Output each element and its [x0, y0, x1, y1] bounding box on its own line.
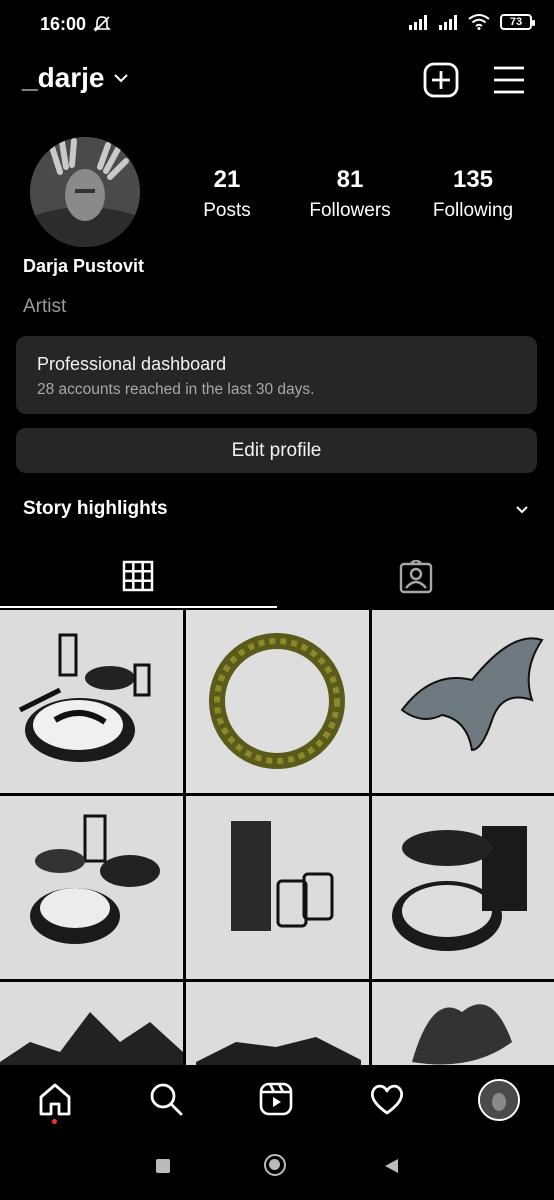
- search-icon[interactable]: [148, 1081, 184, 1117]
- grid-post[interactable]: [372, 610, 554, 793]
- avatar-photo: [30, 137, 140, 247]
- grid-post[interactable]: [372, 796, 554, 979]
- grid-post[interactable]: [186, 610, 369, 793]
- dashboard-title: Professional dashboard: [37, 354, 227, 374]
- reels-icon[interactable]: [258, 1081, 294, 1117]
- signal-icon: [409, 15, 427, 30]
- edit-profile-button[interactable]: Edit profile: [16, 428, 537, 473]
- system-navigation: [0, 1135, 554, 1200]
- status-bar: 16:00 73: [0, 0, 554, 50]
- grid-post[interactable]: [186, 982, 369, 1065]
- profile-name: Darja Pustovit: [23, 256, 145, 276]
- followers-count: 81: [336, 166, 364, 193]
- grid-post[interactable]: [0, 610, 183, 793]
- professional-dashboard-card[interactable]: Professional dashboard 28 accounts reach…: [16, 336, 537, 414]
- notification-dot: [52, 1119, 57, 1124]
- post-thumbnail: [372, 796, 554, 979]
- status-time: 16:00: [40, 14, 87, 34]
- followers-label: Followers: [309, 200, 391, 221]
- home-button[interactable]: [264, 1154, 286, 1176]
- new-post-icon[interactable]: [423, 62, 459, 98]
- followers-stat[interactable]: 81 Followers: [290, 166, 410, 222]
- post-thumbnail: [186, 610, 369, 793]
- grid-post[interactable]: [0, 796, 183, 979]
- heart-icon[interactable]: [369, 1081, 405, 1117]
- grid-post[interactable]: [0, 982, 183, 1065]
- status-icons: 73: [408, 14, 535, 30]
- post-grid: [0, 610, 554, 1065]
- grid-post[interactable]: [186, 796, 369, 979]
- post-thumbnail: [186, 982, 369, 1065]
- wifi-icon: [468, 14, 490, 30]
- post-thumbnail: [372, 982, 554, 1065]
- profile-avatar[interactable]: [30, 137, 140, 247]
- posts-stat[interactable]: 21 Posts: [167, 166, 287, 222]
- post-thumbnail: [372, 610, 554, 793]
- following-label: Following: [432, 200, 514, 221]
- signal-icon-2: [439, 15, 457, 30]
- profile-avatar[interactable]: [478, 1079, 520, 1121]
- back-button[interactable]: [382, 1157, 400, 1175]
- chevron-down-icon[interactable]: [514, 502, 530, 518]
- username-switcher[interactable]: _darje: [22, 62, 129, 94]
- posts-label: Posts: [203, 200, 251, 221]
- bottom-navigation: [0, 1065, 554, 1135]
- avatar-photo: [480, 1081, 518, 1119]
- post-thumbnail: [186, 796, 369, 979]
- following-count: 135: [452, 166, 494, 193]
- post-thumbnail: [0, 796, 183, 979]
- mute-bell-icon: [93, 16, 111, 32]
- profile-bio: Artist: [23, 296, 67, 317]
- post-thumbnail: [0, 982, 183, 1065]
- story-highlights-label[interactable]: Story highlights: [23, 498, 168, 520]
- chevron-down-icon: [113, 74, 128, 83]
- active-tab-indicator: [0, 606, 277, 608]
- post-thumbnail: [0, 610, 183, 793]
- battery-indicator: 73: [500, 14, 535, 30]
- menu-icon[interactable]: [492, 64, 526, 96]
- home-icon[interactable]: [37, 1081, 73, 1117]
- recent-apps-button[interactable]: [156, 1159, 170, 1173]
- tagged-icon[interactable]: [398, 560, 434, 594]
- grid-icon[interactable]: [120, 560, 156, 592]
- dashboard-subtitle: 28 accounts reached in the last 30 days.: [37, 381, 315, 398]
- following-stat[interactable]: 135 Following: [413, 166, 533, 222]
- username: _darje: [22, 62, 105, 93]
- grid-post[interactable]: [372, 982, 554, 1065]
- posts-count: 21: [213, 166, 241, 193]
